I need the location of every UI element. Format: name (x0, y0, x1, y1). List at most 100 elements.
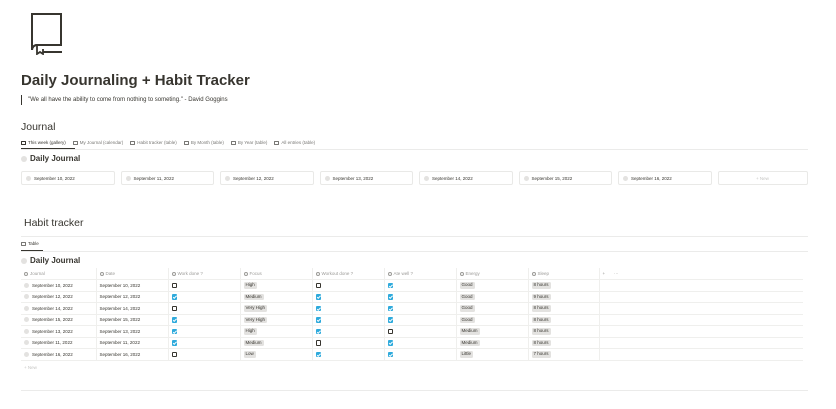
sleep-tag[interactable]: 8 hours (531, 328, 551, 335)
date-cell[interactable]: September 13, 2022 (96, 325, 169, 338)
column-header-journal[interactable]: Journal (21, 268, 97, 280)
journal-cell[interactable]: September 14, 2022 (21, 302, 97, 315)
journal-cell[interactable]: September 10, 2022 (21, 279, 97, 292)
table-row[interactable]: September 11, 2022 September 11, 2022 Medi… (21, 337, 803, 349)
workout-done-checkbox[interactable] (315, 294, 321, 300)
empty-cell (623, 348, 803, 361)
quote-block[interactable]: "We all have the ability to come from no… (21, 95, 228, 105)
table-row[interactable]: September 15, 2022 September 15, 2022 Very… (21, 314, 803, 326)
add-column-button[interactable]: + (599, 268, 611, 280)
column-header-workout[interactable]: Workout done ? (312, 268, 385, 280)
focus-tag[interactable]: Medium (243, 339, 264, 346)
focus-tag[interactable]: Very High (243, 305, 268, 312)
gallery-card[interactable]: September 16, 2022 (618, 171, 712, 185)
work-done-checkbox[interactable] (171, 351, 177, 358)
sleep-tag[interactable]: 8 hours (531, 282, 551, 289)
sleep-tag[interactable]: 8 hours (531, 339, 551, 346)
page-icon (21, 155, 27, 162)
focus-tag[interactable]: Very High (243, 316, 268, 323)
ate-well-checkbox[interactable] (387, 351, 393, 358)
workout-done-checkbox[interactable] (315, 282, 321, 289)
journal-cell[interactable]: September 13, 2022 (21, 325, 97, 338)
habit-db-title[interactable]: Daily Journal (21, 256, 80, 265)
focus-tag[interactable]: High (243, 282, 257, 289)
sleep-tag[interactable]: 9 hours (531, 293, 551, 300)
work-done-checkbox[interactable] (171, 305, 177, 312)
workout-done-checkbox[interactable] (315, 351, 321, 358)
sleep-tag[interactable]: 8 hours (531, 305, 551, 312)
work-done-checkbox[interactable] (171, 317, 177, 323)
column-header-focus[interactable]: Focus (240, 268, 313, 280)
energy-tag[interactable]: Good (459, 282, 475, 289)
work-done-checkbox[interactable] (171, 294, 177, 300)
gallery-card[interactable]: September 15, 2022 (518, 171, 612, 185)
column-header-work[interactable]: Work done ? (168, 268, 241, 280)
work-done-checkbox[interactable] (171, 328, 177, 335)
journal-heading[interactable]: Journal (21, 121, 55, 133)
table-row[interactable]: September 16, 2022 September 16, 2022 Low L… (21, 348, 803, 361)
more-options-button[interactable]: ··· (611, 268, 623, 280)
gallery-card[interactable]: September 13, 2022 (319, 171, 413, 185)
workout-done-checkbox[interactable] (315, 317, 321, 323)
gallery-card[interactable]: September 10, 2022 (21, 171, 115, 185)
date-cell[interactable]: September 10, 2022 (96, 279, 169, 292)
journal-cell[interactable]: September 11, 2022 (21, 337, 97, 349)
ate-well-checkbox[interactable] (387, 328, 393, 335)
tab-table[interactable]: Table (21, 241, 39, 246)
energy-tag[interactable]: Good (459, 316, 475, 323)
workout-done-checkbox[interactable] (315, 305, 321, 312)
work-done-checkbox[interactable] (171, 340, 177, 346)
ate-well-checkbox[interactable] (387, 340, 393, 346)
sleep-tag[interactable]: 7 hours (531, 351, 551, 358)
table-row[interactable]: September 10, 2022 September 10, 2022 High… (21, 279, 803, 292)
column-header-sleep[interactable]: Sleep (528, 268, 600, 280)
date-cell[interactable]: September 16, 2022 (96, 348, 169, 361)
column-header-date[interactable]: Date (96, 268, 169, 280)
gallery-card[interactable]: September 11, 2022 (120, 171, 214, 185)
column-header-energy[interactable]: Energy (456, 268, 529, 280)
tab-my-journal[interactable]: My Journal (calendar) (72, 139, 123, 147)
new-row-button[interactable]: + New (24, 365, 37, 370)
date-cell[interactable]: September 11, 2022 (96, 337, 169, 349)
date-cell[interactable]: September 12, 2022 (96, 291, 169, 303)
ate-well-checkbox[interactable] (387, 305, 393, 312)
energy-tag[interactable]: Medium (459, 339, 480, 346)
journal-title: September 11, 2022 (32, 340, 73, 346)
tab-habit-tracker[interactable]: Habit tracker (table) (130, 139, 177, 147)
new-card-button[interactable]: + New (717, 171, 808, 185)
page-icon (623, 175, 628, 181)
energy-tag[interactable]: Medium (459, 328, 480, 335)
workout-done-checkbox[interactable] (315, 340, 321, 346)
gallery-card[interactable]: September 12, 2022 (220, 171, 314, 185)
focus-tag[interactable]: High (243, 328, 257, 335)
table-row[interactable]: September 12, 2022 September 12, 2022 Medi… (21, 291, 803, 303)
page-title[interactable]: Daily Journaling + Habit Tracker (21, 72, 250, 89)
date-cell[interactable]: September 15, 2022 (96, 314, 169, 326)
tab-all-entries[interactable]: All entries (table) (274, 139, 315, 147)
ate-well-checkbox[interactable] (387, 317, 393, 323)
ate-well-checkbox[interactable] (387, 294, 393, 300)
journal-cell[interactable]: September 16, 2022 (21, 348, 97, 361)
empty-cell (611, 325, 623, 338)
journal-cell[interactable]: September 15, 2022 (21, 314, 97, 326)
tab-by-year[interactable]: By Year (table) (230, 139, 267, 147)
gallery-card[interactable]: September 14, 2022 (419, 171, 513, 185)
work-done-checkbox[interactable] (171, 282, 177, 289)
ate-well-checkbox[interactable] (387, 282, 393, 289)
journal-db-title[interactable]: Daily Journal (21, 154, 80, 163)
tab-this-week[interactable]: This week (gallery) (21, 139, 66, 147)
habit-tracker-heading[interactable]: Habit tracker (24, 217, 84, 229)
energy-tag[interactable]: Good (459, 305, 475, 312)
energy-tag[interactable]: Good (459, 293, 475, 300)
energy-tag[interactable]: Little (459, 351, 474, 358)
focus-tag[interactable]: Medium (243, 293, 264, 300)
table-row[interactable]: September 13, 2022 September 13, 2022 High… (21, 325, 803, 338)
workout-done-checkbox[interactable] (315, 328, 321, 335)
tab-by-month[interactable]: By Month (table) (183, 139, 224, 147)
table-row[interactable]: September 14, 2022 September 14, 2022 Very… (21, 302, 803, 315)
journal-cell[interactable]: September 12, 2022 (21, 291, 97, 303)
focus-tag[interactable]: Low (243, 351, 256, 358)
date-cell[interactable]: September 14, 2022 (96, 302, 169, 315)
sleep-tag[interactable]: 8 hours (531, 316, 551, 323)
column-header-ate[interactable]: Ate well ? (384, 268, 457, 280)
